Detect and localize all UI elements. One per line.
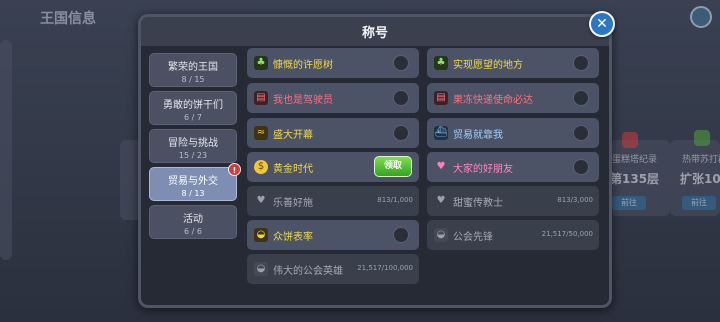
title-item-great-guild-hero: ◒ 伟大的公会英雄 21,517/100,000 (247, 254, 419, 284)
category-name: 贸易与外交 (168, 176, 218, 187)
cake-tower-icon (622, 132, 638, 148)
select-toggle[interactable] (393, 55, 409, 71)
title-label: 盛大开幕 (273, 129, 313, 141)
guild-icon: ◒ (254, 228, 268, 242)
category-count: 8 / 15 (181, 75, 205, 84)
category-count: 15 / 23 (178, 151, 208, 160)
category-events[interactable]: 活动 6 / 6 (149, 205, 237, 239)
close-icon[interactable]: ✕ (589, 11, 615, 37)
title-label: 黄金时代 (273, 163, 313, 175)
title-progress: 21,517/100,000 (357, 264, 413, 272)
category-name: 活动 (183, 214, 203, 225)
background-panel-left (0, 40, 12, 260)
select-toggle[interactable] (573, 125, 589, 141)
background-card-value-2: 扩张10 (680, 172, 720, 186)
title-modal: 称号 ✕ 繁荣的王国 8 / 15 勇敢的饼干们 6 / 7 冒险与挑战 15 … (138, 11, 615, 308)
title-label: 果冻快递使命必达 (453, 94, 533, 106)
heart-icon: ♥ (256, 195, 266, 206)
title-progress: 21,517/50,000 (541, 230, 593, 238)
modal-header: 称号 (141, 17, 609, 46)
select-toggle[interactable] (573, 159, 589, 175)
leaf-icon: ♣ (434, 56, 448, 70)
title-item-sweet-missionary: ♥ 甜蜜传教士 813/3,000 (427, 186, 599, 216)
title-item-jelly-express[interactable]: ▤ 果冻快递使命必达 (427, 83, 599, 113)
category-adventure-challenge[interactable]: 冒险与挑战 15 / 23 (149, 129, 237, 163)
tide-icon: ≈ (254, 126, 268, 140)
category-name: 繁荣的王国 (168, 62, 218, 73)
title-label: 公会先锋 (453, 231, 493, 243)
title-progress: 813/3,000 (557, 196, 593, 204)
background-close-icon (690, 6, 712, 28)
category-prosperous-kingdom[interactable]: 繁荣的王国 8 / 15 (149, 53, 237, 87)
category-brave-cookies[interactable]: 勇敢的饼干们 6 / 7 (149, 91, 237, 125)
train-icon: ▤ (254, 91, 268, 105)
background-goto-button-1[interactable]: 前往 (612, 196, 646, 210)
guild-icon: ◒ (254, 262, 268, 276)
modal-title: 称号 (361, 26, 388, 41)
select-toggle[interactable] (573, 90, 589, 106)
select-toggle[interactable] (393, 227, 409, 243)
category-name: 勇敢的饼干们 (163, 100, 223, 111)
heart-icon: ♥ (436, 195, 446, 206)
title-label: 大家的好朋友 (453, 163, 513, 175)
title-item-golden-age[interactable]: $ 黄金时代 领取 (247, 152, 419, 182)
title-progress: 813/1,000 (377, 196, 413, 204)
select-toggle[interactable] (573, 55, 589, 71)
background-card-label-1: 蛋糕塔纪录 (612, 155, 658, 165)
title-item-trade-on-me[interactable]: ⛴ 贸易就靠我 (427, 118, 599, 148)
train-icon: ▤ (434, 91, 448, 105)
category-name: 冒险与挑战 (168, 138, 218, 149)
background-goto-button-2[interactable]: 前往 (682, 196, 716, 210)
title-item-grand-opening[interactable]: ≈ 盛大开幕 (247, 118, 419, 148)
title-item-guild-pioneer: ◒ 公会先锋 21,517/50,000 (427, 220, 599, 250)
background-card-value-1: 第135层 (610, 172, 660, 186)
category-trade-diplomacy[interactable]: 贸易与外交 8 / 13 ! (149, 163, 241, 201)
title-item-everyones-friend[interactable]: ♥ 大家的好朋友 (427, 152, 599, 182)
title-label: 甜蜜传教士 (453, 197, 503, 209)
title-label: 实现愿望的地方 (453, 59, 523, 71)
select-toggle[interactable] (393, 125, 409, 141)
ship-icon: ⛴ (434, 126, 448, 140)
title-grid: ♣ 慷慨的许愿树 ♣ 实现愿望的地方 ▤ 我也是驾驶员 ▤ 果冻快递使命必达 ≈… (247, 48, 603, 286)
title-label: 乐善好施 (273, 197, 313, 209)
title-label: 我也是驾驶员 (273, 94, 333, 106)
guild-icon: ◒ (434, 228, 448, 242)
category-list: 繁荣的王国 8 / 15 勇敢的饼干们 6 / 7 冒险与挑战 15 / 23 … (149, 53, 241, 243)
heart-icon: ♥ (436, 161, 446, 172)
title-label: 众饼表率 (273, 231, 313, 243)
title-label: 慷慨的许愿树 (273, 59, 333, 71)
title-label: 伟大的公会英雄 (273, 265, 343, 277)
claim-button[interactable]: 领取 (374, 156, 412, 177)
category-count: 6 / 6 (184, 227, 202, 236)
category-count: 6 / 7 (184, 113, 202, 122)
title-item-role-model[interactable]: ◒ 众饼表率 (247, 220, 419, 250)
select-toggle[interactable] (393, 90, 409, 106)
title-label: 贸易就靠我 (453, 129, 503, 141)
tropical-soda-icon (694, 130, 710, 146)
title-item-wish-come-true[interactable]: ♣ 实现愿望的地方 (427, 48, 599, 78)
category-count: 8 / 13 (181, 189, 205, 198)
background-card-label-2: 热带苏打群 (682, 155, 720, 165)
title-item-i-am-driver[interactable]: ▤ 我也是驾驶员 (247, 83, 419, 113)
title-item-generous-wishing-tree[interactable]: ♣ 慷慨的许愿树 (247, 48, 419, 78)
background-title: 王国信息 (40, 11, 96, 27)
notification-badge: ! (228, 163, 241, 176)
leaf-icon: ♣ (254, 56, 268, 70)
gold-coin-icon: $ (254, 160, 268, 174)
title-item-charitable: ♥ 乐善好施 813/1,000 (247, 186, 419, 216)
